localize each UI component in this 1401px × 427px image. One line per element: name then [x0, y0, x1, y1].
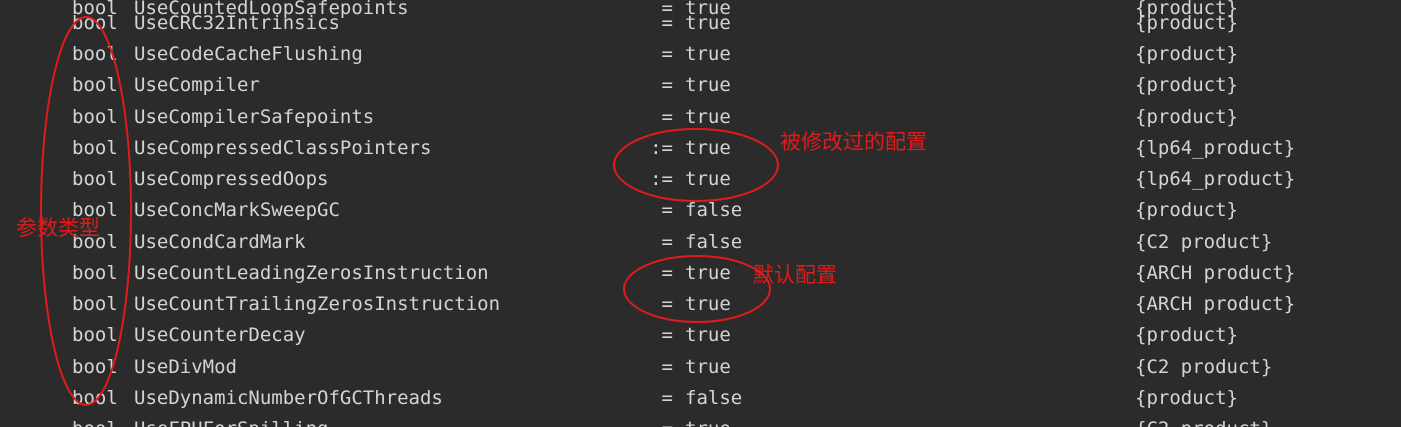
flag-name: UseCountLeadingZerosInstruction	[134, 262, 489, 284]
modified-config-annotation: 被修改过的配置	[780, 130, 927, 154]
flag-kind: {product}	[1135, 387, 1238, 409]
flag-type: bool	[72, 414, 118, 427]
flag-type: bool	[72, 74, 118, 96]
flag-name: UseCRC32Intrinsics	[134, 12, 340, 34]
flag-operator: =	[661, 231, 673, 253]
flag-operator: =	[661, 199, 673, 221]
flag-kind: {lp64_product}	[1135, 137, 1296, 159]
flag-value: true	[685, 262, 731, 284]
flag-value: true	[685, 414, 731, 427]
flag-kind: {C2 product}	[1135, 356, 1273, 378]
flag-row: bool UseCompressedOops := true {lp64_pro…	[0, 164, 1401, 195]
flag-kind: {lp64_product}	[1135, 168, 1296, 190]
flag-row: bool UseCountTrailingZerosInstruction = …	[0, 289, 1401, 320]
flag-operator: =	[661, 43, 673, 65]
flag-type: bool	[72, 387, 118, 409]
param-type-annotation: 参数类型	[16, 216, 100, 240]
flag-value: true	[685, 137, 731, 159]
flag-value: true	[685, 12, 731, 34]
flag-kind: {product}	[1135, 106, 1238, 128]
flag-type: bool	[72, 324, 118, 346]
flag-kind: {product}	[1135, 199, 1238, 221]
flag-type: bool	[72, 168, 118, 190]
flag-name: UseCompressedClassPointers	[134, 137, 432, 159]
flag-value: true	[685, 168, 731, 190]
flag-row: bool UseConcMarkSweepGC = false {product…	[0, 195, 1401, 226]
flag-kind: {ARCH product}	[1135, 262, 1296, 284]
flag-value: true	[685, 324, 731, 346]
flag-kind: {product}	[1135, 12, 1238, 34]
flag-row: bool UseCompressedClassPointers := true …	[0, 133, 1401, 164]
default-config-annotation: 默认配置	[753, 263, 837, 287]
flag-kind: {product}	[1135, 74, 1238, 96]
flag-row: bool UseCompiler = true {product}	[0, 70, 1401, 101]
flag-operator: =	[661, 324, 673, 346]
flag-kind: {C2 product}	[1135, 414, 1272, 427]
flag-row: bool UseCondCardMark = false {C2 product…	[0, 227, 1401, 258]
flag-value: false	[685, 387, 743, 409]
flag-row: bool UseDivMod = true {C2 product}	[0, 352, 1401, 383]
flag-value: false	[685, 199, 743, 221]
flag-name: UseCodeCacheFlushing	[134, 43, 363, 65]
flag-value: true	[685, 356, 731, 378]
flag-operator: =	[661, 12, 673, 34]
flag-operator: =	[661, 387, 673, 409]
flag-name: UseDivMod	[134, 356, 237, 378]
flag-row: bool UseCodeCacheFlushing = true {produc…	[0, 39, 1401, 70]
flag-operator: =	[661, 356, 673, 378]
flag-type: bool	[72, 106, 118, 128]
flag-value: true	[685, 74, 731, 96]
flag-value: true	[685, 43, 731, 65]
flag-operator: =	[621, 414, 673, 427]
flag-type: bool	[72, 262, 118, 284]
flag-operator: =	[661, 74, 673, 96]
flag-kind: {ARCH product}	[1135, 293, 1296, 315]
flag-operator: =	[661, 262, 673, 284]
flag-name: UseCompilerSafepoints	[134, 106, 375, 128]
flag-type: bool	[72, 43, 118, 65]
flag-name: UseCompressedOops	[134, 168, 329, 190]
flag-value: true	[685, 106, 731, 128]
flag-row: bool UseCountLeadingZerosInstruction = t…	[0, 258, 1401, 289]
flag-type: bool	[72, 293, 118, 315]
flag-row: bool UseCRC32Intrinsics = true {product}	[0, 8, 1401, 39]
flag-name: UseFPUForSpilling	[134, 414, 328, 427]
flag-kind: {C2 product}	[1135, 231, 1273, 253]
flag-name: UseCounterDecay	[134, 324, 306, 346]
flag-type: bool	[72, 12, 118, 34]
flag-name: UseCompiler	[134, 74, 260, 96]
flag-type: bool	[72, 137, 118, 159]
flag-operator: =	[661, 293, 673, 315]
flag-row: bool UseCompilerSafepoints = true {produ…	[0, 102, 1401, 133]
flag-name: UseCondCardMark	[134, 231, 306, 253]
flag-value: true	[685, 293, 731, 315]
flag-row: bool UseDynamicNumberOfGCThreads = false…	[0, 383, 1401, 414]
flag-type: bool	[72, 356, 118, 378]
flag-value: false	[685, 231, 743, 253]
flag-name: UseCountTrailingZerosInstruction	[134, 293, 501, 315]
flag-row: bool UseCounterDecay = true {product}	[0, 320, 1401, 351]
flag-operator: :=	[650, 168, 673, 190]
flag-operator: =	[661, 106, 673, 128]
flag-name: UseDynamicNumberOfGCThreads	[134, 387, 443, 409]
flag-kind: {product}	[1135, 43, 1238, 65]
terminal-output: bool UseCountedLoopSafepoints = true {pr…	[0, 0, 1401, 427]
flag-kind: {product}	[1135, 324, 1238, 346]
flag-name: UseConcMarkSweepGC	[134, 199, 340, 221]
flag-operator: :=	[650, 137, 673, 159]
flag-row: bool UseFPUForSpilling = true {C2 produc…	[0, 414, 1401, 427]
